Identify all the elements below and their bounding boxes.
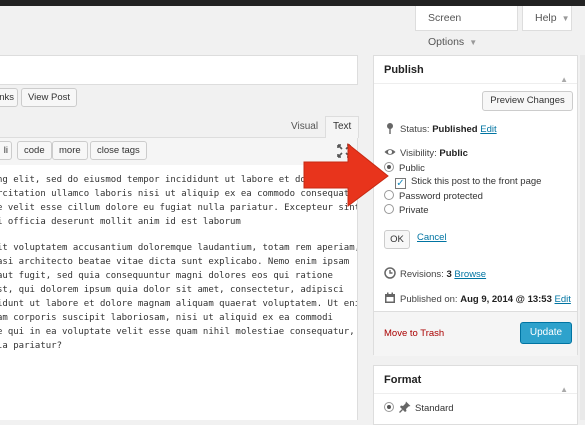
publish-title: Publish (384, 64, 424, 76)
revisions-row: Revisions: 3 Browse (384, 267, 486, 280)
public-label: Public (399, 163, 425, 174)
published-on-row: Published on: Aug 9, 2014 @ 13:53 Edit (384, 292, 571, 305)
cancel-link[interactable]: Cancel (417, 232, 447, 243)
format-box: Format ▲ Standard (373, 365, 578, 425)
quicktag-close-tags-button[interactable]: close tags (90, 141, 147, 160)
content-line: am corporis suscipit laboriosam, nisi ut… (0, 313, 333, 323)
quicktag-li-button[interactable]: li (0, 141, 12, 160)
sticky-checkbox[interactable]: ✓ (395, 178, 406, 189)
red-arrow-icon (303, 142, 389, 207)
browse-revisions-link[interactable]: Browse (454, 269, 486, 280)
tab-visual[interactable]: Visual (284, 118, 325, 137)
visibility-private-option[interactable]: Private (384, 204, 429, 216)
pin-icon (387, 123, 393, 134)
edit-date-link[interactable]: Edit (555, 294, 571, 305)
published-label: Published on: (400, 294, 458, 305)
calendar-icon (385, 292, 395, 303)
major-publishing-actions: Move to Trash Update (374, 311, 577, 356)
status-value: Published (432, 124, 478, 135)
format-standard-option[interactable]: Standard (384, 401, 454, 414)
sticky-option[interactable]: ✓ Stick this post to the front page (395, 176, 541, 189)
edit-status-link[interactable]: Edit (480, 124, 496, 135)
format-title: Format (384, 374, 422, 386)
update-button[interactable]: Update (520, 322, 572, 344)
help-button[interactable]: Help ▼ (522, 6, 572, 31)
collapse-arrow-icon[interactable]: ▲ (560, 376, 568, 404)
screen-options-label: Screen Options (428, 12, 465, 48)
post-title-input[interactable] (0, 55, 358, 85)
password-label: Password protected (399, 191, 483, 202)
content-line: ng elit, sed do eiusmod tempor incididun… (0, 175, 323, 185)
scrollbar[interactable] (580, 55, 585, 420)
content-line: st, qui dolorem ipsum quia dolor sit ame… (0, 285, 344, 295)
standard-label: Standard (415, 403, 454, 414)
publish-box-title: Publish ▲ (374, 56, 577, 84)
move-to-trash-link[interactable]: Move to Trash (384, 328, 444, 339)
content-line: aut fugit, sed quia consequuntur magni d… (0, 271, 333, 281)
revisions-clock-icon (384, 267, 396, 279)
publish-box: Publish ▲ Preview Changes Status: Publis… (373, 55, 578, 356)
quicktag-more-button[interactable]: more (52, 141, 88, 160)
content-line: idunt ut labore et dolore magnam aliquam… (0, 299, 358, 309)
status-label: Status: (400, 124, 430, 135)
content-line: i officia deserunt mollit anim id est la… (0, 217, 241, 227)
collapse-arrow-icon[interactable]: ▲ (560, 66, 568, 94)
visibility-password-option[interactable]: Password protected (384, 190, 483, 202)
format-box-title: Format ▲ (374, 366, 577, 394)
chevron-down-icon: ▼ (561, 14, 570, 23)
screen-options-button[interactable]: Screen Options ▼ (415, 6, 518, 48)
ok-button[interactable]: OK (384, 230, 410, 249)
chevron-down-icon: ▼ (469, 38, 478, 47)
visibility-public-option[interactable]: Public (384, 162, 425, 174)
sticky-label: Stick this post to the front page (411, 176, 542, 187)
view-post-button[interactable]: View Post (21, 88, 78, 107)
private-label: Private (399, 205, 429, 216)
content-line: la pariatur? (0, 341, 63, 351)
get-shortlink-button[interactable]: nks (0, 88, 18, 107)
tab-text[interactable]: Text (325, 116, 360, 138)
published-date: Aug 9, 2014 @ 13:53 (460, 294, 552, 305)
radio-standard[interactable] (384, 402, 394, 412)
pushpin-icon (399, 401, 411, 413)
visibility-label: Visibility: (400, 148, 437, 159)
visibility-row: Visibility: Public (384, 146, 468, 159)
quicktag-code-button[interactable]: code (17, 141, 52, 160)
content-line: asi architecto beatae vitae dicta sunt e… (0, 257, 350, 267)
revisions-label: Revisions: (400, 269, 444, 280)
content-line: it voluptatem accusantium doloremque lau… (0, 243, 358, 253)
status-row: Status: Published Edit (384, 122, 497, 135)
visibility-value: Public (439, 148, 468, 159)
content-line: e qui in ea voluptate velit esse quam ni… (0, 327, 355, 337)
preview-changes-button[interactable]: Preview Changes (482, 91, 573, 111)
help-label: Help (535, 12, 557, 24)
revisions-count: 3 (446, 269, 452, 280)
